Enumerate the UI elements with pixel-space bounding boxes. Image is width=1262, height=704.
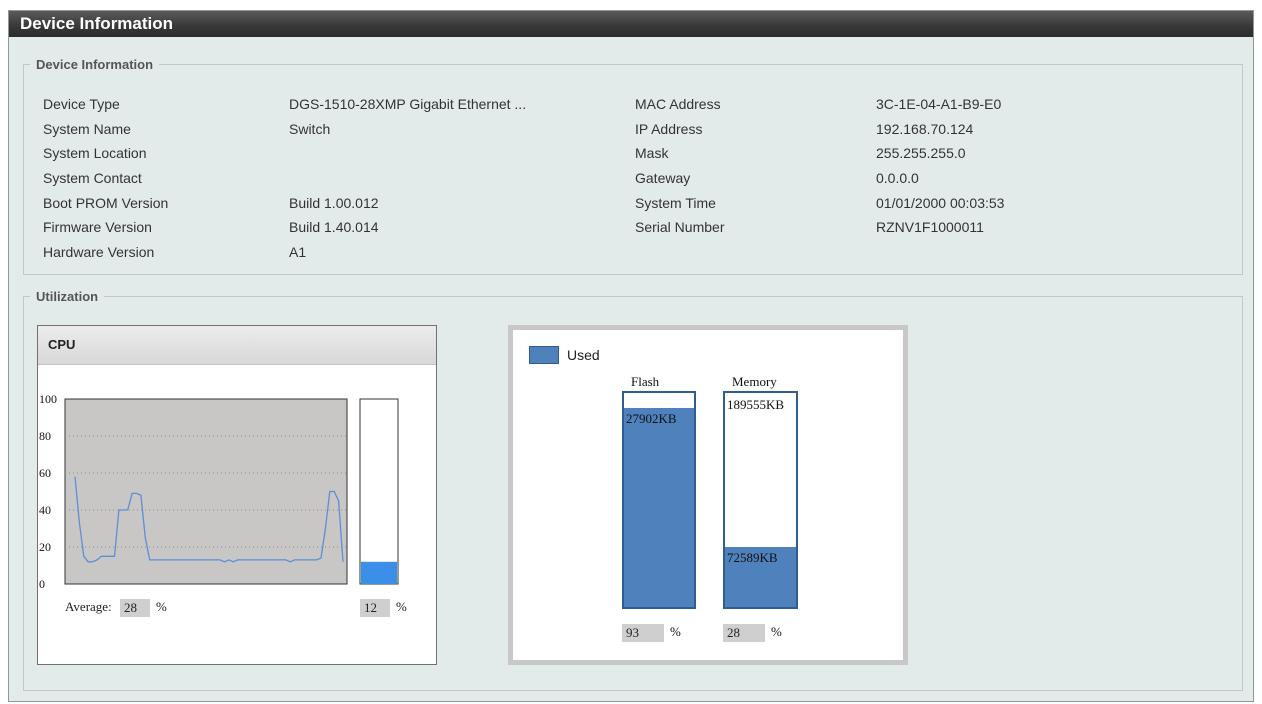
cpu-chart: 0 20 40 60 80 100 (39, 392, 399, 591)
device-information-group: Device Information (23, 57, 1243, 275)
cpu-current-bar-fill (361, 561, 397, 584)
ip-address-label: IP Address (635, 121, 703, 137)
boot-prom-version-value: Build 1.00.012 (289, 195, 379, 211)
average-unit: % (156, 599, 167, 614)
system-contact-label: System Contact (43, 170, 142, 186)
flash-percent-value: 93 (622, 624, 664, 642)
flash-used-label: 27902KB (626, 411, 677, 426)
firmware-version-label: Firmware Version (43, 219, 152, 235)
current-cpu-unit: % (396, 599, 407, 614)
boot-prom-version-label: Boot PROM Version (43, 195, 169, 211)
storage-usage-panel: Used Flash 27902KB 93 % Memory 189555KB … (508, 325, 908, 665)
mac-address-label: MAC Address (635, 96, 721, 112)
cpu-panel-title: CPU (38, 326, 436, 365)
cpu-panel: CPU 0 20 40 60 80 100 Average: 28 % 12 % (37, 325, 437, 665)
gateway-label: Gateway (635, 170, 691, 186)
mask-value: 255.255.255.0 (876, 145, 966, 161)
system-time-label: System Time (635, 195, 716, 211)
memory-usage-bar (723, 391, 798, 609)
memory-title: Memory (732, 374, 777, 389)
average-label: Average: (65, 599, 112, 614)
cpu-y-tick-label: 60 (39, 466, 51, 480)
mask-label: Mask (635, 145, 669, 161)
firmware-version-value: Build 1.40.014 (289, 219, 379, 235)
serial-number-value: RZNV1F1000011 (876, 219, 984, 235)
utilization-legend: Utilization (36, 289, 99, 304)
cpu-y-tick-label: 80 (39, 429, 51, 443)
cpu-y-tick-label: 100 (39, 392, 57, 406)
cpu-y-tick-label: 40 (39, 503, 51, 517)
used-legend-label: Used (567, 347, 600, 363)
system-name-value: Switch (289, 121, 331, 137)
serial-number-label: Serial Number (635, 219, 725, 235)
page-title: Device Information (9, 11, 1253, 37)
flash-title: Flash (631, 374, 660, 389)
hardware-version-value: A1 (289, 244, 307, 260)
device-information-panel: Device Information Device Information De… (8, 10, 1254, 702)
device-information-legend: Device Information (36, 57, 154, 72)
memory-free-label: 189555KB (727, 397, 785, 412)
flash-used-fill (624, 408, 694, 607)
system-name-label: System Name (43, 121, 131, 137)
system-time-value: 01/01/2000 00:03:53 (876, 195, 1005, 211)
flash-percent-unit: % (670, 624, 681, 639)
cpu-y-tick-label: 20 (39, 540, 51, 554)
device-type-label: Device Type (43, 96, 120, 112)
memory-percent-value: 28 (723, 624, 765, 642)
gateway-value: 0.0.0.0 (876, 170, 919, 186)
average-value: 28 (120, 599, 150, 617)
cpu-current-bar-outline (359, 398, 399, 585)
mac-address-value: 3C-1E-04-A1-B9-E0 (876, 96, 1002, 112)
memory-used-label: 72589KB (727, 550, 778, 565)
used-legend-swatch (529, 346, 559, 364)
system-location-label: System Location (43, 145, 147, 161)
cpu-y-tick-label: 0 (39, 577, 45, 591)
device-type-value: DGS-1510-28XMP Gigabit Ethernet ... (289, 96, 527, 112)
memory-percent-unit: % (771, 624, 782, 639)
current-cpu-value: 12 (360, 599, 390, 617)
ip-address-value: 192.168.70.124 (876, 121, 974, 137)
hardware-version-label: Hardware Version (43, 244, 155, 260)
